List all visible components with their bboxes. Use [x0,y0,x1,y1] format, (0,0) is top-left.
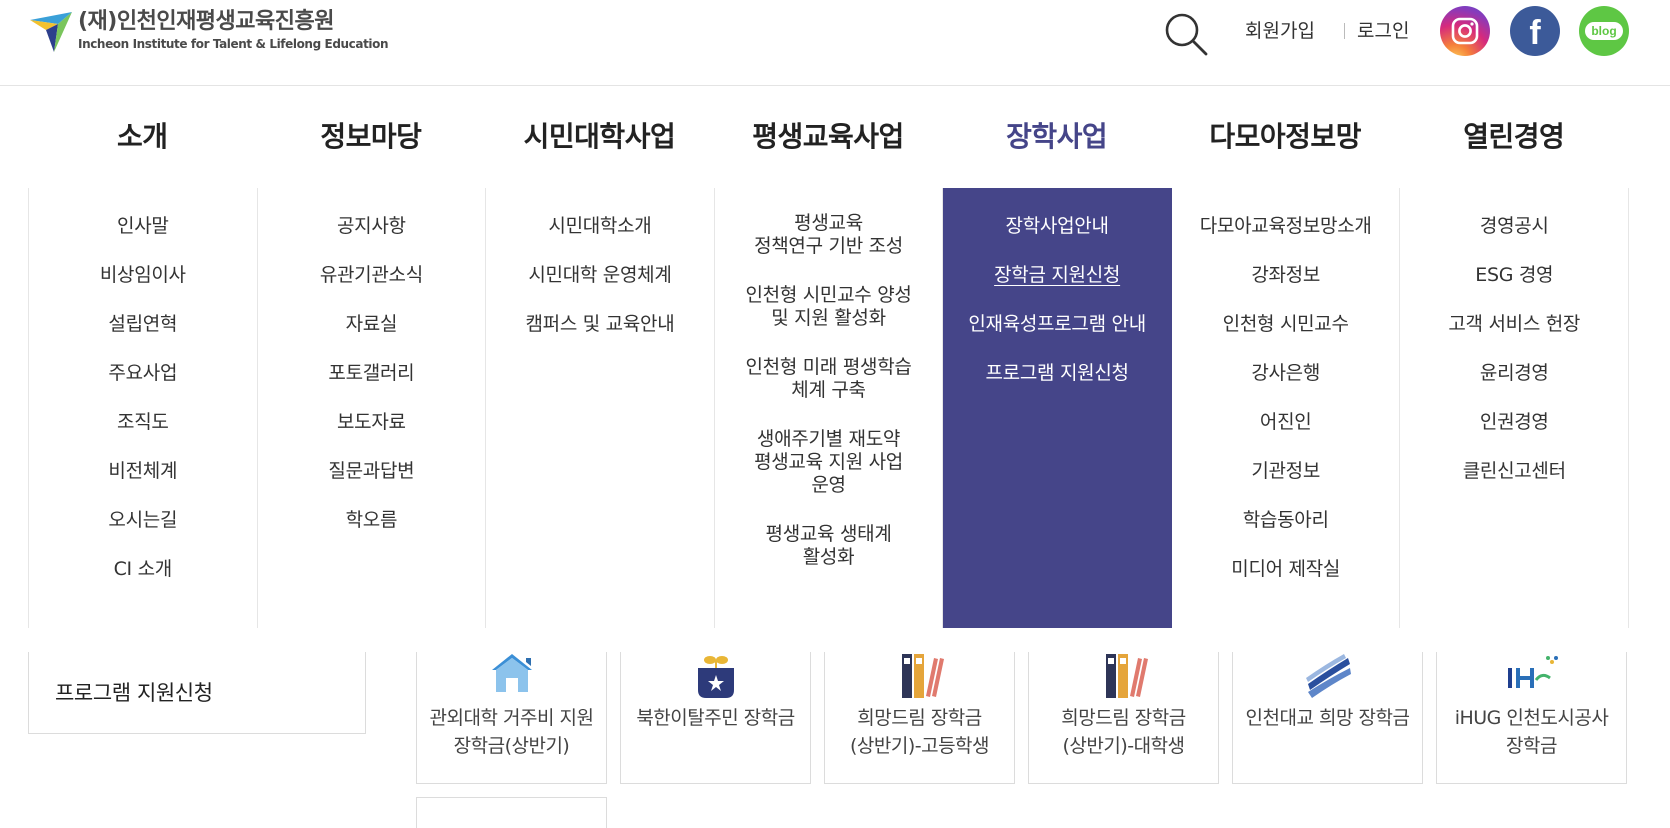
submenu-link[interactable]: 설립연혁 [29,313,257,336]
submenu-link[interactable]: ESG 경영 [1400,264,1628,287]
submenu-intro: 인사말 비상임이사 설립연혁 주요사업 조직도 비전체계 오시는길 CI 소개 [29,188,258,628]
submenu-link[interactable]: 기관정보 [1172,460,1400,483]
submenu-link[interactable]: 인재육성프로그램 안내 [943,313,1171,336]
instagram-icon[interactable] [1440,6,1490,56]
scholarship-card-partial[interactable] [416,797,607,828]
card-label: 희망드림 장학금 (상반기)-대학생 [1061,707,1186,757]
binders-icon [1105,654,1148,698]
scholarship-card[interactable]: 인천대교 희망 장학금 [1232,652,1423,784]
submenu-link[interactable]: 인권경영 [1400,411,1628,434]
submenu-link[interactable]: 캠퍼스 및 교육안내 [486,313,714,336]
card-label: iHUG 인천도시공사 장학금 [1454,707,1609,757]
submenu-link[interactable]: 비전체계 [29,460,257,483]
blog-icon[interactable]: blog [1579,6,1629,56]
scholarship-card[interactable]: 희망드림 장학금 (상반기)-대학생 [1028,652,1219,784]
submenu-link[interactable]: 평생교육 생태계 활성화 [715,523,943,569]
submenu-link[interactable]: CI 소개 [29,558,257,581]
submenu-link[interactable]: 윤리경영 [1400,362,1628,385]
logo-mark-icon [30,12,72,52]
plant-pot-icon [697,656,734,698]
mega-menu: 인사말 비상임이사 설립연혁 주요사업 조직도 비전체계 오시는길 CI 소개 … [28,188,1630,628]
submenu-link[interactable]: 다모아교육정보망소개 [1172,215,1400,238]
submenu-link[interactable]: 인사말 [29,215,257,238]
gnb-item-citizen-university[interactable]: 시민대학사업 [485,87,714,188]
gnb-item-open-management[interactable]: 열린경영 [1399,87,1628,188]
logo-english-text: Incheon Institute for Talent & Lifelong … [78,37,389,51]
submenu-link[interactable]: 오시는길 [29,509,257,532]
main-navigation: 소개 정보마당 시민대학사업 평생교육사업 장학사업 다모아정보망 열린경영 [28,87,1628,188]
submenu-link[interactable]: 시민대학소개 [486,215,714,238]
submenu-link[interactable]: 질문과답변 [258,460,486,483]
submenu-link[interactable]: 인천형 미래 평생학습 체계 구축 [715,356,943,402]
submenu-open-management: 경영공시 ESG 경영 고객 서비스 헌장 윤리경영 인권경영 클린신고센터 [1400,188,1630,628]
submenu-scholarship: 장학사업안내 장학금 지원신청 인재육성프로그램 안내 프로그램 지원신청 [943,188,1172,628]
submenu-link[interactable]: 비상임이사 [29,264,257,287]
submenu-link[interactable]: 학오름 [258,509,486,532]
submenu-link[interactable]: 자료실 [258,313,486,336]
submenu-link[interactable]: 생애주기별 재도약 평생교육 지원 사업 운영 [715,428,943,497]
gnb-item-scholarship[interactable]: 장학사업 [942,87,1171,188]
submenu-link[interactable]: 조직도 [29,411,257,434]
submenu-link[interactable]: 평생교육 정책연구 기반 조성 [715,212,943,258]
gnb-item-intro[interactable]: 소개 [28,87,257,188]
house-icon [491,654,532,692]
facebook-icon[interactable]: f [1510,6,1560,56]
card-label: 북한이탈주민 장학금 [636,707,795,729]
binders-icon [901,654,944,698]
submenu-link[interactable]: 인천형 시민교수 양성 및 지원 활성화 [715,284,943,330]
submenu-link[interactable]: 어진인 [1172,411,1400,434]
submenu-link[interactable]: 포토갤러리 [258,362,486,385]
submenu-info: 공지사항 유관기관소식 자료실 포토갤러리 보도자료 질문과답변 학오름 [258,188,487,628]
utility-divider [1344,23,1345,39]
submenu-link[interactable]: 유관기관소식 [258,264,486,287]
submenu-link[interactable]: 공지사항 [258,215,486,238]
top-bar: (재)인천인재평생교육진흥원 Incheon Institute for Tal… [0,0,1670,86]
submenu-lifelong-education: 평생교육 정책연구 기반 조성 인천형 시민교수 양성 및 지원 활성화 인천형… [715,188,944,628]
submenu-link[interactable]: 주요사업 [29,362,257,385]
submenu-damoa: 다모아교육정보망소개 강좌정보 인천형 시민교수 강사은행 어진인 기관정보 학… [1172,188,1401,628]
submenu-link[interactable]: 클린신고센터 [1400,460,1628,483]
scholarship-card[interactable]: 관외대학 거주비 지원 장학금(상반기) [416,652,607,784]
scholarship-card[interactable]: 희망드림 장학금 (상반기)-고등학생 [824,652,1015,784]
signup-link[interactable]: 회원가입 [1245,16,1315,46]
submenu-link[interactable]: 프로그램 지원신청 [943,362,1171,385]
bridge-logo-icon [1305,654,1351,698]
submenu-citizen-university: 시민대학소개 시민대학 운영체계 캠퍼스 및 교육안내 [486,188,715,628]
scholarship-card[interactable]: 북한이탈주민 장학금 [620,652,811,784]
local-nav-box: 프로그램 지원신청 [28,652,366,734]
gnb-item-damoa[interactable]: 다모아정보망 [1171,87,1400,188]
submenu-link[interactable]: 보도자료 [258,411,486,434]
submenu-link[interactable]: 고객 서비스 헌장 [1400,313,1628,336]
gnb-item-lifelong-education[interactable]: 평생교육사업 [714,87,943,188]
gnb-item-info[interactable]: 정보마당 [257,87,486,188]
submenu-link[interactable]: 장학사업안내 [943,215,1171,238]
submenu-link[interactable]: 미디어 제작실 [1172,558,1400,581]
ihug-logo-icon [1507,656,1558,688]
submenu-link-active[interactable]: 장학금 지원신청 [943,264,1171,287]
submenu-link[interactable]: 시민대학 운영체계 [486,264,714,287]
submenu-link[interactable]: 강사은행 [1172,362,1400,385]
submenu-link[interactable]: 강좌정보 [1172,264,1400,287]
logo-korean-text: (재)인천인재평생교육진흥원 [78,9,335,34]
card-label: 관외대학 거주비 지원 장학금(상반기) [429,707,594,757]
submenu-link[interactable]: 경영공시 [1400,215,1628,238]
scholarship-card[interactable]: iHUG 인천도시공사 장학금 [1436,652,1627,784]
lnb-item-program-application[interactable]: 프로그램 지원신청 [55,677,213,707]
card-label: 희망드림 장학금 (상반기)-고등학생 [849,707,990,757]
site-logo[interactable]: (재)인천인재평생교육진흥원 Incheon Institute for Tal… [28,8,389,58]
submenu-link[interactable]: 학습동아리 [1172,509,1400,532]
login-link[interactable]: 로그인 [1357,16,1409,46]
card-label: 인천대교 희망 장학금 [1245,707,1410,729]
search-icon[interactable] [1162,10,1210,58]
submenu-link[interactable]: 인천형 시민교수 [1172,313,1400,336]
